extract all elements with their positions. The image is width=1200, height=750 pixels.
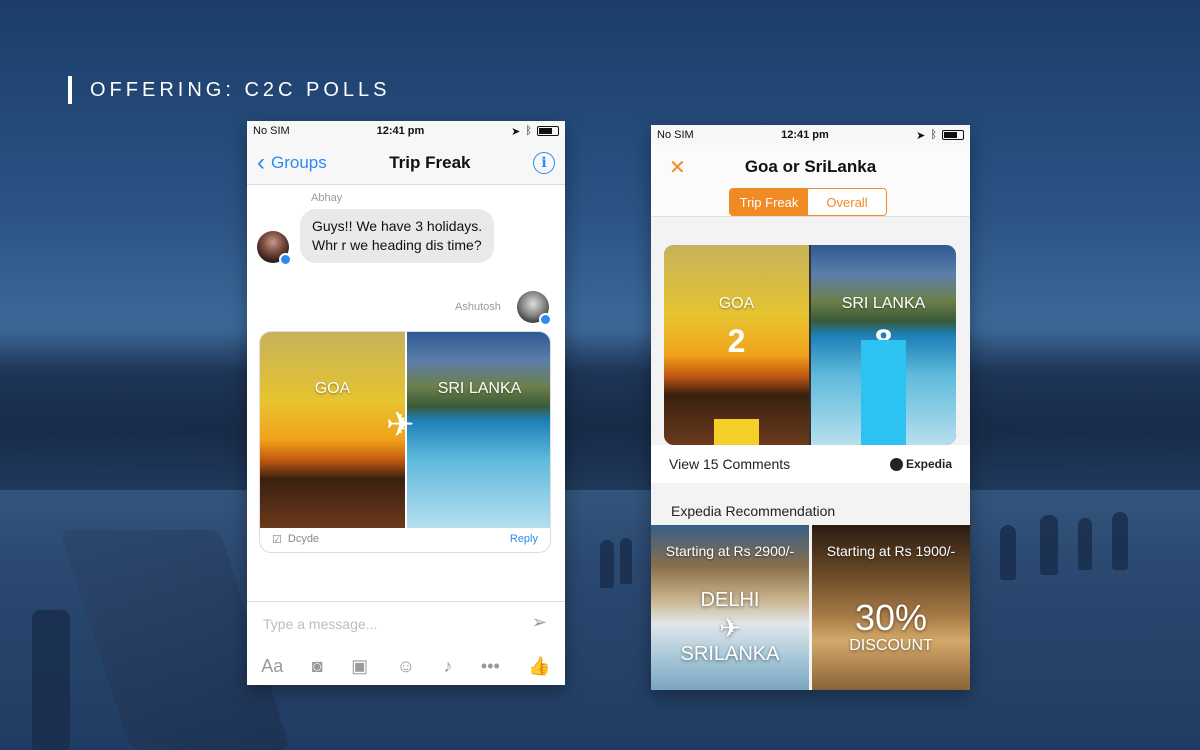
airplane-icon: ✈ [719,613,741,643]
option-label: SRI LANKA [841,295,926,312]
camera-icon[interactable]: ◙ [312,656,323,677]
battery-icon [537,126,559,136]
deal-price: Starting at Rs 1900/- [826,543,956,559]
battery-icon [942,130,964,140]
bluetooth-icon: ᛒ [930,129,937,141]
deal-destination: SRILANKA [680,643,780,665]
airplane-icon: ✈ [386,406,415,444]
text-format-icon[interactable]: Aa [261,656,283,677]
results-phone: No SIM 12:41 pm ➤ ᛒ ✕ Goa or SriLanka Tr… [651,125,970,690]
background-person [1112,512,1128,570]
poll-option-goa[interactable]: GOA [260,332,405,528]
gallery-icon[interactable]: ▣ [351,656,368,677]
result-option-srilanka[interactable]: SRI LANKA 8 [811,245,956,445]
clock-label: 12:41 pm [376,125,425,137]
results-header: ✕ Goa or SriLanka Trip Freak Overall [651,145,970,217]
message-bubble[interactable]: Guys!! We have 3 holidays. Whr r we head… [300,209,495,263]
background-person [620,538,632,584]
option-label: GOA [718,295,755,312]
expedia-globe-icon [889,457,903,471]
deal-origin: DELHI [700,589,760,611]
slide-title: OFFERING: C2C POLLS [68,76,391,104]
status-icons: ➤ ᛒ [511,125,559,138]
deal-discount-label: DISCOUNT [849,637,933,654]
chevron-left-icon: ‹ [257,148,265,176]
message-input[interactable]: Type a message... [263,616,377,632]
reply-button[interactable]: Reply [510,533,538,545]
recommendation-title: Expedia Recommendation [671,503,836,519]
scope-toggle: Trip Freak Overall [729,188,887,216]
checkbox-icon: ☑ [272,533,282,546]
carrier-label: No SIM [657,129,694,141]
title-accent-bar [68,76,72,104]
microphone-icon[interactable]: ♪ [443,656,452,677]
back-label: Groups [271,152,327,172]
back-button[interactable]: ‹ Groups [257,148,327,176]
comments-row: View 15 Comments Expedia [651,445,970,483]
vote-count: 2 [727,323,746,359]
background-person [1000,525,1016,580]
like-icon[interactable]: 👍 [528,656,550,677]
view-comments-link[interactable]: View 15 Comments [669,456,790,472]
messenger-badge-icon [279,253,292,266]
poll-option-srilanka[interactable]: SRI LANKA [407,332,550,528]
chat-phone: No SIM 12:41 pm ➤ ᛒ ‹ Groups Trip Freak … [247,121,565,685]
sender-name: Abhay [311,192,343,204]
sender-name: Ashutosh [455,301,501,313]
avatar[interactable] [517,291,552,326]
background-person [600,540,614,588]
deal-discount: 30% [854,597,928,638]
tab-overall[interactable]: Overall [808,189,886,215]
location-icon: ➤ [511,125,521,138]
background-person [1078,518,1092,570]
background-treeline [0,330,1200,500]
status-icons: ➤ ᛒ [916,129,964,142]
message-line: Whr r we heading dis time? [312,237,482,253]
status-bar: No SIM 12:41 pm ➤ ᛒ [247,121,565,141]
emoji-icon[interactable]: ☺ [397,656,415,677]
vote-bar [714,419,759,445]
conversation-title: Trip Freak [389,152,471,172]
carrier-label: No SIM [253,125,290,137]
messenger-badge-icon [539,313,552,326]
deal-card[interactable]: Starting at Rs 2900/- DELHI ✈ SRILANKA [651,525,809,690]
background-person [1040,515,1058,575]
status-bar: No SIM 12:41 pm ➤ ᛒ [651,125,970,145]
poll-title: Goa or SriLanka [744,157,877,176]
message-composer: Type a message... ➢ Aa ◙ ▣ ☺ ♪ ••• 👍 [247,601,565,685]
deal-card[interactable]: Starting at Rs 1900/- 30% DISCOUNT [812,525,970,690]
background-person [32,610,70,750]
tab-trip-freak[interactable]: Trip Freak [730,189,808,215]
send-icon[interactable]: ➢ [532,612,547,633]
option-label: SRI LANKA [437,380,522,397]
poll-results: GOA 2 SRI LANKA 8 [664,245,956,445]
decide-label: Dcyde [287,533,320,545]
location-icon: ➤ [916,129,926,142]
vote-bar [861,340,906,445]
brand-name: Expedia [905,457,952,471]
message-line: Guys!! We have 3 holidays. [312,218,483,234]
card-footer: ☑ Dcyde Reply [260,526,550,552]
bluetooth-icon: ᛒ [525,125,532,137]
result-option-goa[interactable]: GOA 2 [664,245,809,445]
info-icon[interactable]: i [532,151,555,174]
deal-price: Starting at Rs 2900/- [665,543,795,559]
option-label: GOA [314,380,351,397]
poll-card[interactable]: GOA SRI LANKA ✈ ☑ Dcyde Reply [259,331,551,553]
composer-toolbar: Aa ◙ ▣ ☺ ♪ ••• 👍 [247,656,565,677]
more-icon[interactable]: ••• [481,656,500,677]
clock-label: 12:41 pm [781,129,829,141]
expedia-logo: Expedia [889,457,952,471]
avatar[interactable] [257,231,292,266]
slide-title-text: OFFERING: C2C POLLS [90,78,391,101]
nav-bar: ‹ Groups Trip Freak i [247,141,565,185]
decide-button[interactable]: ☑ Dcyde [272,533,319,546]
